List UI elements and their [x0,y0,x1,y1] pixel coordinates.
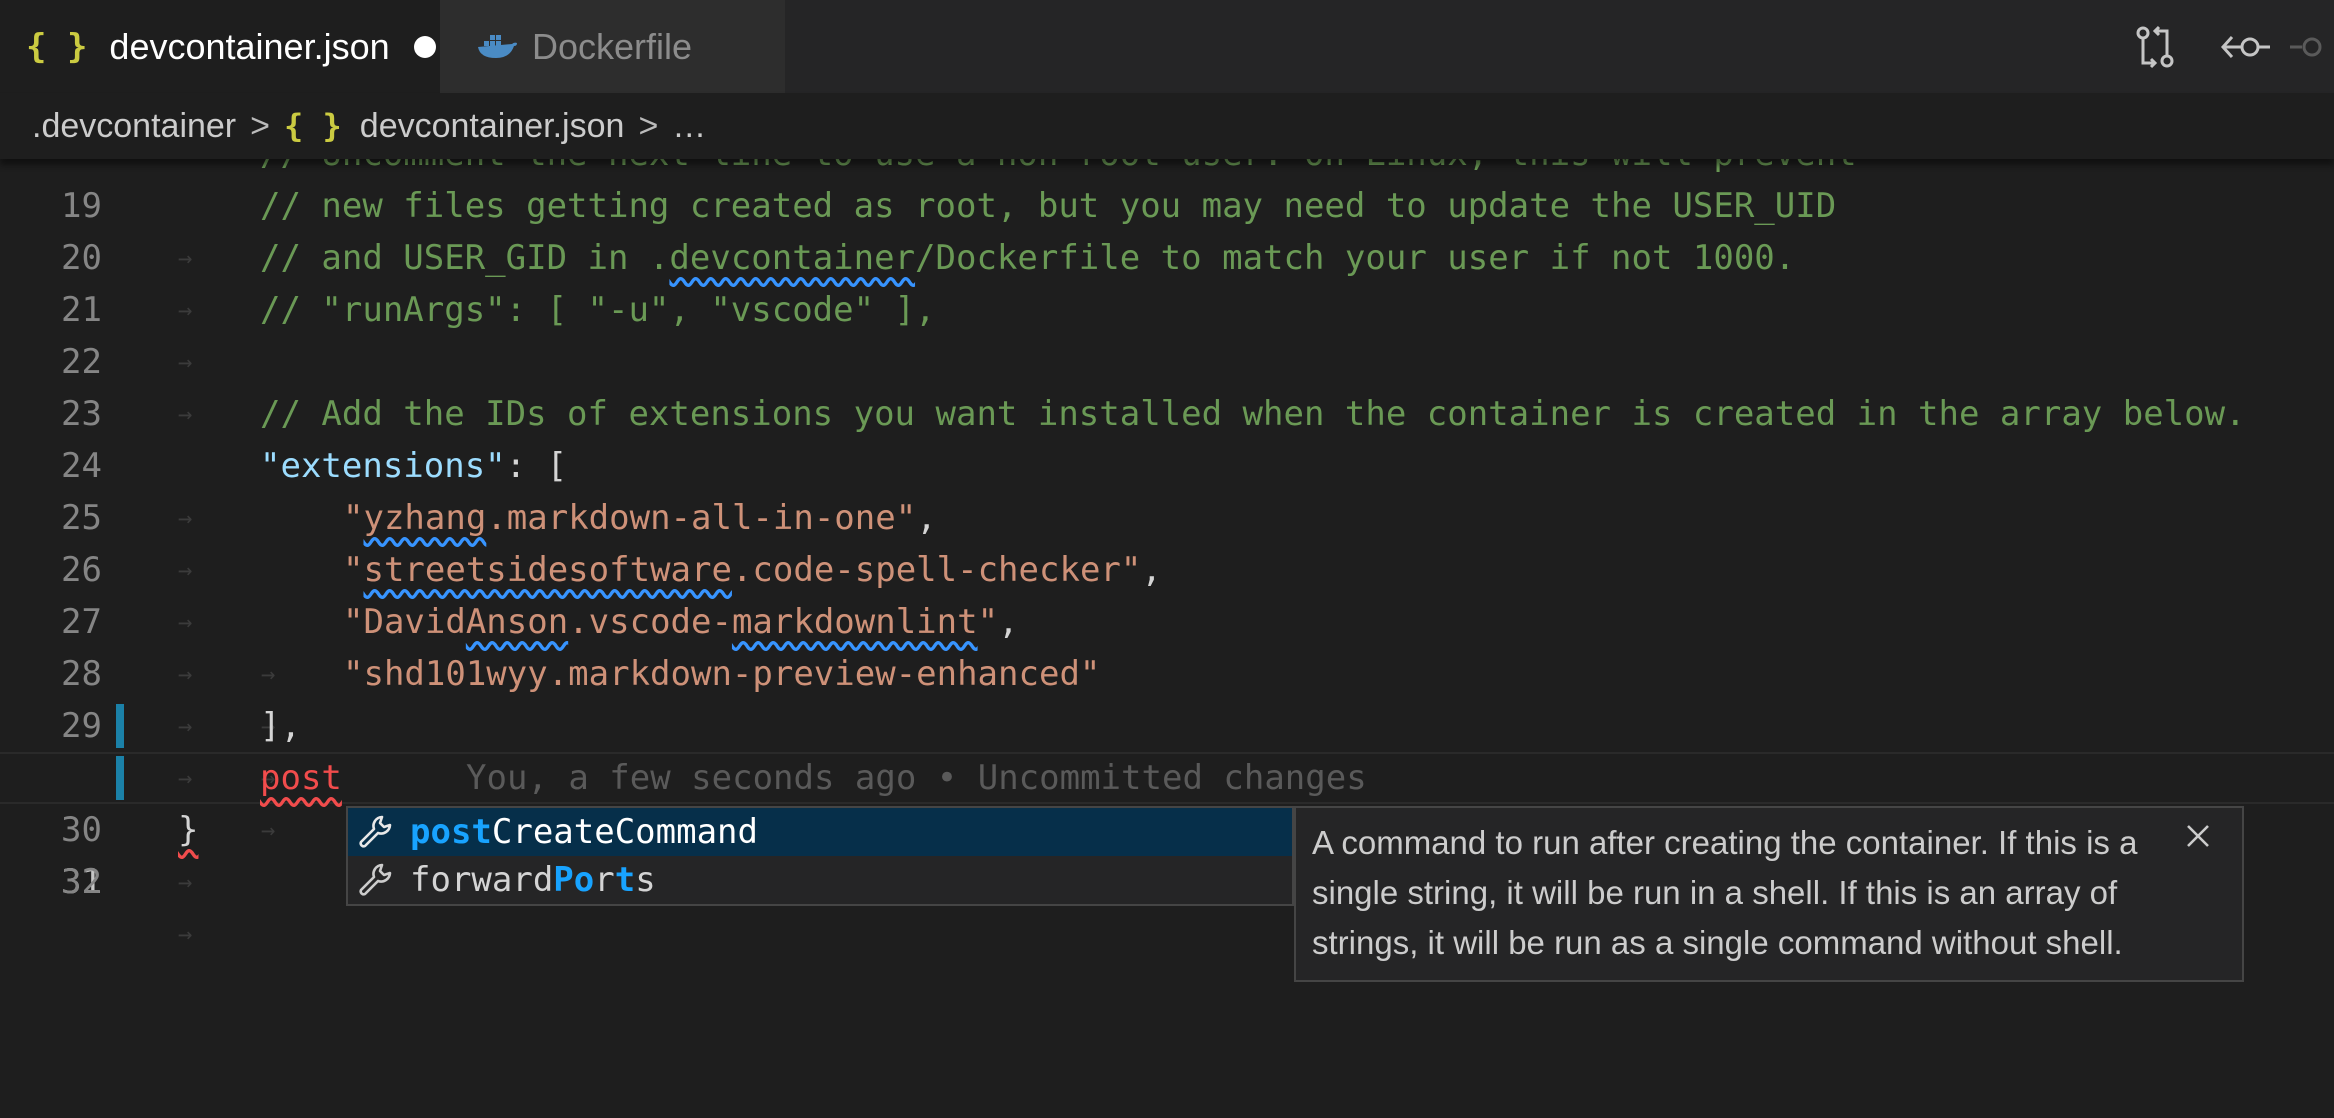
code-line[interactable]: 25 → "extensions": [ [0,440,2334,584]
code-fragment: // and USER_GID in . [260,238,670,278]
code-line[interactable]: 30 → ], [0,700,2334,896]
code-text: // new files getting created as root, bu… [260,186,1837,226]
typed-text[interactable]: post [260,754,342,802]
chevron-right-icon: > [638,106,659,145]
code-line[interactable]: 21 → // and USER_GID in .devcontainer/Do… [0,232,2334,376]
code-text: } [178,810,199,850]
suggest-widget: post CreateCommand forward Po r t s [346,806,1294,906]
suggest-match: t [614,860,636,900]
suggest-match: Po [553,860,595,900]
suggest-item-postcreatecommand[interactable]: post CreateCommand [348,808,1292,856]
compare-changes-icon [2136,25,2174,68]
tab-bar: { } devcontainer.json Dockerfile [0,0,2334,93]
spelling-warning[interactable]: devcontainer [669,238,915,278]
code-line[interactable]: 20 → // new files getting created as roo… [0,180,2334,324]
spelling-warning[interactable]: yzhang [363,498,486,538]
suggest-label: CreateCommand [491,812,758,852]
code-text: "streetsidesoftware.code-spell-checker", [343,544,1162,596]
code-text: // Add the IDs of extensions you want in… [260,394,2246,434]
suggest-label: s [635,860,656,900]
suggest-item-forwardports[interactable]: forward Po r t s [348,856,1292,904]
tab-arrow-icon: → [178,920,193,948]
git-blame-annotation: You, a few seconds ago • Uncommitted cha… [466,758,1367,798]
code-line[interactable]: 23 [0,336,2334,434]
code-fragment: /Dockerfile to match your user if not 10… [915,238,1796,278]
modified-line-indicator[interactable] [116,756,124,800]
code-fragment: " [343,498,364,538]
spelling-warning[interactable]: streetsidesoftware [363,550,731,590]
tab-dockerfile[interactable]: Dockerfile [440,0,785,93]
code-text: "shd101wyy.markdown-preview-enhanced" [343,654,1101,694]
json-key: "extensions" [260,446,506,486]
code-fragment: " [977,602,999,642]
code-fragment: "David [343,602,466,642]
code-line[interactable]: 28 → → "DavidAnson.vscode-markdownlint", [0,596,2334,792]
code-fragment: .code-spell-checker" [731,550,1142,590]
modified-dot-icon[interactable] [413,35,436,58]
code-line[interactable]: 29 → → "shd101wyy.markdown-preview-enhan… [0,648,2334,844]
breadcrumb-folder[interactable]: .devcontainer [32,107,236,146]
breadcrumb-more[interactable]: … [672,107,706,146]
tab-label: devcontainer.json [109,25,390,67]
suggest-label: forward [410,860,554,900]
code-fragment: , [1141,550,1162,590]
code-text: // and USER_GID in .devcontainer/Dockerf… [260,232,1795,284]
json-braces-icon: { } [284,107,342,145]
code-line[interactable]: 22 → // "runArgs": [ "-u", "vscode" ], [0,284,2334,428]
code-line[interactable]: 27 → → "streetsidesoftware.code-spell-ch… [0,544,2334,740]
suggest-match: post [410,812,492,852]
code-fragment: .vscode- [568,602,732,642]
next-revision-button[interactable] [2290,0,2334,93]
json-braces-icon: { } [26,26,88,67]
code-fragment: , [998,602,1019,642]
wrench-icon [359,863,392,896]
git-commit-back-icon [2220,35,2270,58]
code-text: "extensions": [ [260,440,567,492]
close-icon[interactable] [2184,822,2212,850]
chevron-right-icon: > [250,106,270,145]
tab-arrow-icon: → [178,868,193,896]
open-changes-button[interactable] [2110,0,2200,93]
line-number: 32 [61,862,102,902]
code-text: "DavidAnson.vscode-markdownlint", [343,596,1019,648]
docker-icon [478,34,517,58]
suggest-label: r [594,860,615,900]
code-text: ], [260,706,301,746]
previous-revision-button[interactable] [2200,0,2290,93]
wrench-icon [359,815,392,848]
editor-actions [2110,0,2334,93]
code-fragment: : [ [505,446,568,486]
breadcrumb: .devcontainer > { } devcontainer.json > … [0,93,2334,159]
git-commit-icon [2290,37,2322,56]
spelling-warning[interactable]: Anson [466,602,568,642]
breadcrumb-file[interactable]: devcontainer.json [360,107,625,146]
code-line[interactable]: 26 → → "yzhang.markdown-all-in-one", [0,492,2334,688]
suggest-details: A command to run after creating the cont… [1294,806,2244,982]
suggest-details-text: A command to run after creating the cont… [1312,824,2138,961]
spelling-warning[interactable]: markdownlint [732,602,978,642]
code-fragment: .markdown-all-in-one" [486,498,917,538]
modified-line-indicator[interactable] [116,704,124,748]
tab-label: Dockerfile [532,25,693,67]
tab-devcontainer-json[interactable]: { } devcontainer.json [0,0,440,93]
code-line[interactable]: 24 → // Add the IDs of extensions you wa… [0,388,2334,532]
code-fragment: , [916,498,937,538]
code-text: "yzhang.markdown-all-in-one", [343,492,937,544]
code-line-current[interactable]: 31 → post You, a few seconds ago • Uncom… [0,752,2334,948]
code-fragment: " [343,550,364,590]
code-text: // "runArgs": [ "-u", "vscode" ], [260,290,936,330]
